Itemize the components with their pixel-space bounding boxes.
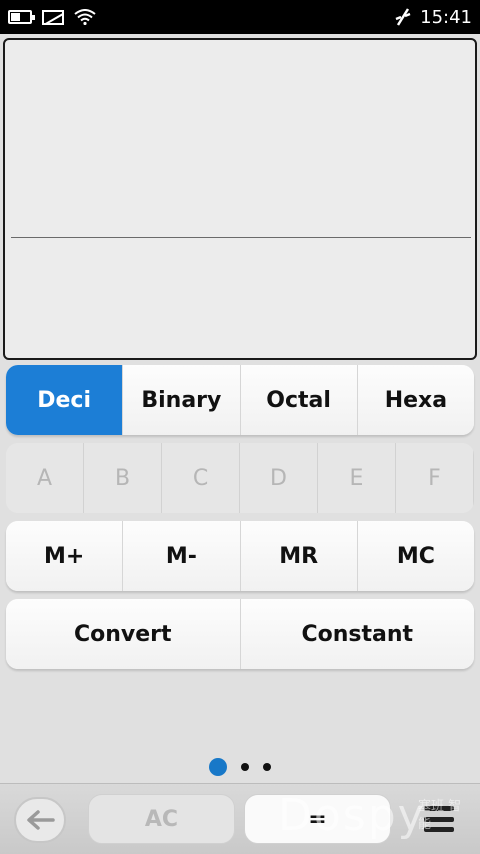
status-time: 15:41 [420, 6, 472, 28]
memory-recall-button[interactable]: MR [240, 521, 358, 591]
tab-octal[interactable]: Octal [240, 365, 358, 435]
constant-button[interactable]: Constant [240, 599, 474, 669]
menu-icon [424, 806, 454, 811]
usb-icon [395, 8, 411, 26]
back-arrow-icon [27, 810, 55, 830]
display-divider [11, 237, 471, 238]
page-dot[interactable] [241, 763, 249, 771]
key-e[interactable]: E [318, 443, 396, 513]
page-indicator [0, 758, 480, 776]
status-icons-right: 15:41 [394, 7, 472, 28]
back-button[interactable] [14, 797, 66, 843]
menu-button[interactable] [424, 806, 454, 832]
tab-deci[interactable]: Deci [6, 365, 124, 435]
function-keys: Convert Constant [6, 599, 474, 669]
memory-keys: M+ M- MR MC [6, 521, 474, 591]
no-sim-icon [42, 9, 64, 25]
menu-icon [424, 816, 454, 822]
battery-icon [8, 10, 35, 24]
key-d[interactable]: D [240, 443, 318, 513]
key-a[interactable]: A [6, 443, 84, 513]
menu-icon [424, 827, 454, 832]
memory-clear-button[interactable]: MC [357, 521, 474, 591]
key-b[interactable]: B [84, 443, 162, 513]
bottom-toolbar: AC = [0, 783, 480, 854]
wifi-icon [74, 9, 96, 25]
equals-button[interactable]: = [244, 794, 391, 844]
memory-subtract-button[interactable]: M- [123, 521, 241, 591]
status-bar: 15:41 [0, 0, 480, 34]
key-f[interactable]: F [396, 443, 474, 513]
memory-add-button[interactable]: M+ [6, 521, 124, 591]
tab-binary[interactable]: Binary [123, 365, 241, 435]
page-dot-current[interactable] [209, 758, 227, 776]
page-dot[interactable] [263, 763, 271, 771]
status-icons-left [8, 9, 96, 25]
convert-button[interactable]: Convert [6, 599, 241, 669]
calculator-display [3, 38, 477, 360]
tab-hexa[interactable]: Hexa [357, 365, 474, 435]
hex-keys: A B C D E F [6, 443, 474, 513]
all-clear-button[interactable]: AC [88, 794, 235, 844]
base-tabs: Deci Binary Octal Hexa [6, 365, 474, 435]
key-c[interactable]: C [162, 443, 240, 513]
